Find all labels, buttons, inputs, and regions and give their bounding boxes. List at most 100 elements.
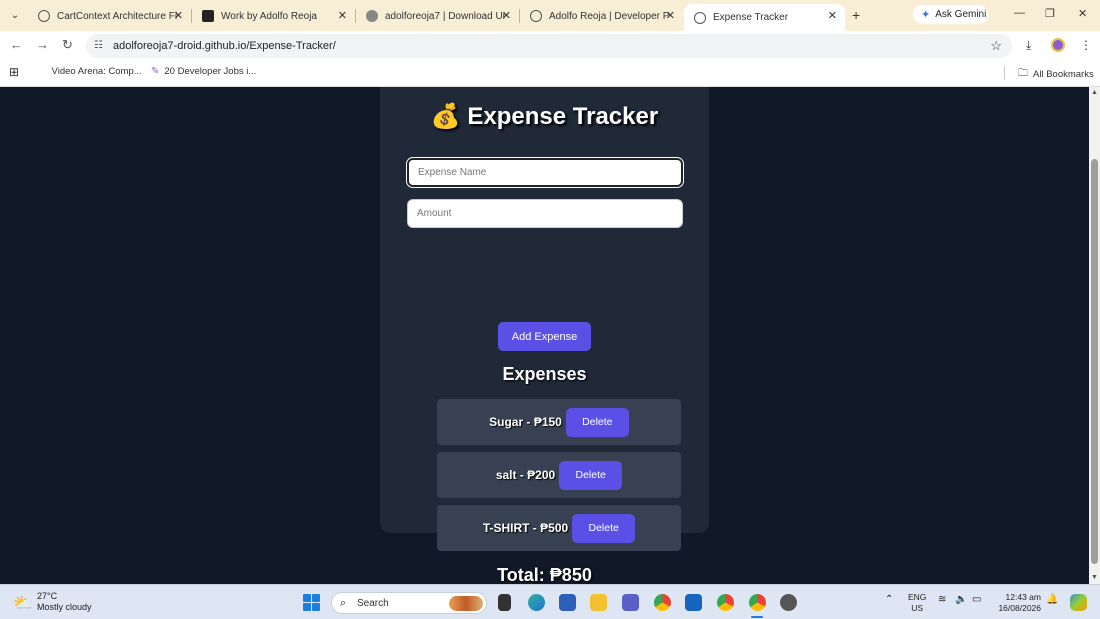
bookmark-developer-jobs[interactable]: ✎ 20 Developer Jobs i... — [151, 66, 256, 77]
edge-icon[interactable] — [528, 594, 545, 611]
add-expense-button[interactable]: Add Expense — [498, 322, 591, 351]
windows-start-icon[interactable] — [303, 594, 320, 611]
scroll-up-icon[interactable]: ▲ — [1091, 89, 1098, 96]
download-icon[interactable]: ⤓ — [1026, 38, 1031, 53]
battery-icon[interactable]: ▭ — [972, 594, 981, 605]
teams-icon[interactable] — [622, 594, 639, 611]
weather-widget[interactable]: 27°C Mostly cloudy — [37, 591, 92, 613]
close-tab-icon[interactable]: ✕ — [502, 9, 511, 22]
tab-cartcontext[interactable]: CartContext Architecture Fix ✕ — [28, 4, 191, 28]
all-bookmarks-button[interactable]: 🗀 All Bookmarks — [1018, 66, 1094, 83]
site-settings-icon[interactable]: ☷ — [94, 40, 103, 51]
expenses-heading: Expenses — [502, 364, 587, 384]
copilot-icon[interactable] — [1070, 594, 1087, 611]
tab-title: Adolfo Reoja | Developer Port — [549, 10, 669, 22]
tab-strip: ⌄ CartContext Architecture Fix ✕ Work by… — [0, 0, 1100, 31]
language-indicator[interactable]: ENG US — [908, 592, 926, 614]
close-tab-icon[interactable]: ✕ — [666, 9, 675, 22]
delete-button[interactable]: Delete — [559, 460, 623, 490]
weather-cloud-icon[interactable]: ⛅ — [13, 593, 33, 613]
minimize-icon[interactable]: — — [1014, 7, 1025, 19]
taskbar-search[interactable]: ⌕ Search — [331, 592, 487, 614]
globe-icon — [38, 10, 50, 22]
tab-expense-tracker[interactable]: Expense Tracker ✕ — [684, 4, 845, 31]
active-app-indicator — [751, 616, 763, 618]
close-tab-icon[interactable]: ✕ — [174, 9, 183, 22]
time-text: 12:43 am — [1005, 592, 1041, 602]
date-text: 16/08/2026 — [998, 603, 1041, 613]
folder-icon: 🗀 — [1018, 68, 1028, 79]
all-bookmarks-label: All Bookmarks — [1033, 69, 1094, 80]
scrollbar-thumb[interactable] — [1091, 159, 1098, 564]
task-view-icon[interactable] — [498, 594, 511, 611]
chrome-active-icon[interactable] — [749, 594, 766, 611]
ask-gemini-button[interactable]: ✦ Ask Gemini — [913, 5, 988, 24]
delete-button[interactable]: Delete — [565, 407, 629, 437]
close-tab-icon[interactable]: ✕ — [338, 9, 347, 22]
page-scrollbar[interactable]: ▲ ▼ — [1089, 87, 1100, 584]
region-code: US — [911, 603, 924, 613]
feather-icon: ✎ — [151, 66, 160, 77]
word-icon[interactable] — [559, 594, 576, 611]
tab-download-unit[interactable]: adolforeoja7 | Download Unit ✕ — [356, 4, 519, 28]
store-icon[interactable] — [685, 594, 702, 611]
browser-toolbar: ← → ↻ ☷ adolforeoja7-droid.github.io/Exp… — [0, 31, 1100, 59]
lang-code: ENG — [908, 592, 927, 602]
tab-title: Expense Tracker — [713, 12, 789, 23]
unity-hub-icon[interactable] — [780, 594, 797, 611]
tab-work-by-adolfo[interactable]: Work by Adolfo Reoja ✕ — [192, 4, 355, 28]
new-tab-icon[interactable]: + — [852, 7, 860, 23]
page-viewport: 💰 Expense Tracker Add Expense Expenses S… — [0, 87, 1089, 584]
restore-icon[interactable]: ❐ — [1045, 7, 1055, 20]
volume-icon[interactable]: 🔈 — [955, 594, 967, 605]
amount-input[interactable] — [407, 199, 683, 228]
profile-avatar[interactable] — [1051, 38, 1065, 52]
bookmark-label: Video Arena: Comp... — [51, 66, 142, 77]
address-bar[interactable]: ☷ adolforeoja7-droid.github.io/Expense-T… — [86, 34, 1012, 58]
search-placeholder: Search — [357, 598, 389, 609]
url-text[interactable]: adolforeoja7-droid.github.io/Expense-Tra… — [113, 40, 336, 52]
ask-gemini-label: Ask Gemini — [935, 9, 987, 20]
weather-text: Mostly cloudy — [37, 602, 92, 612]
bookmarks-bar: ⊞ ▫ Video Arena: Comp... ✎ 20 Developer … — [0, 59, 1100, 87]
gemini-star-icon: ✦ — [921, 9, 931, 21]
tab-developer-portfolio[interactable]: Adolfo Reoja | Developer Port ✕ — [520, 4, 683, 28]
close-tab-icon[interactable]: ✕ — [828, 9, 837, 22]
notification-bell-icon[interactable]: 🔔 — [1046, 594, 1058, 605]
bookmark-star-icon[interactable]: ☆ — [990, 38, 1002, 54]
back-icon[interactable]: ← — [10, 37, 23, 52]
expense-item: Sugar - ₱150 Delete — [437, 399, 681, 445]
wifi-icon[interactable]: ≋ — [938, 594, 946, 605]
expense-card: 💰 Expense Tracker Add Expense Expenses S… — [380, 87, 709, 584]
apps-grid-icon[interactable]: ⊞ — [9, 65, 19, 79]
tab-title: Work by Adolfo Reoja — [221, 10, 317, 22]
forward-icon[interactable]: → — [36, 37, 49, 52]
unity-icon — [366, 10, 378, 22]
page-title: 💰 Expense Tracker — [380, 102, 709, 131]
taskbar: ⛅ 27°C Mostly cloudy ⌕ Search ⌃ ENG US ≋… — [0, 584, 1100, 619]
reload-icon[interactable]: ↻ — [62, 37, 73, 53]
temperature-text: 27°C — [37, 591, 58, 601]
video-icon: ▫ — [43, 66, 47, 77]
expense-label: Sugar - ₱150 — [489, 415, 562, 429]
close-window-icon[interactable]: ✕ — [1078, 7, 1087, 20]
globe-icon — [694, 11, 706, 24]
expense-label: salt - ₱200 — [495, 468, 556, 482]
tab-title: CartContext Architecture Fix — [57, 10, 177, 22]
chrome-icon[interactable] — [654, 594, 671, 611]
delete-button[interactable]: Delete — [572, 513, 636, 543]
total-amount: Total: ₱850 — [497, 565, 592, 584]
bookmark-video-arena[interactable]: ▫ Video Arena: Comp... — [43, 66, 142, 77]
expense-label: T-SHIRT - ₱500 — [482, 521, 569, 535]
menu-kebab-icon[interactable]: ⋮ — [1080, 38, 1092, 52]
expense-item: salt - ₱200 Delete — [437, 452, 681, 498]
tab-search-chevron-icon[interactable]: ⌄ — [6, 6, 24, 24]
tray-overflow-icon[interactable]: ⌃ — [885, 594, 893, 605]
system-clock[interactable]: 12:43 am 16/08/2026 — [996, 592, 1041, 614]
scroll-down-icon[interactable]: ▼ — [1091, 574, 1098, 581]
file-explorer-icon[interactable] — [590, 594, 607, 611]
bookmark-label: 20 Developer Jobs i... — [164, 66, 257, 77]
expense-name-input[interactable] — [407, 158, 683, 187]
chrome-profile-icon[interactable] — [717, 594, 734, 611]
title-text: Expense Tracker — [467, 103, 659, 130]
